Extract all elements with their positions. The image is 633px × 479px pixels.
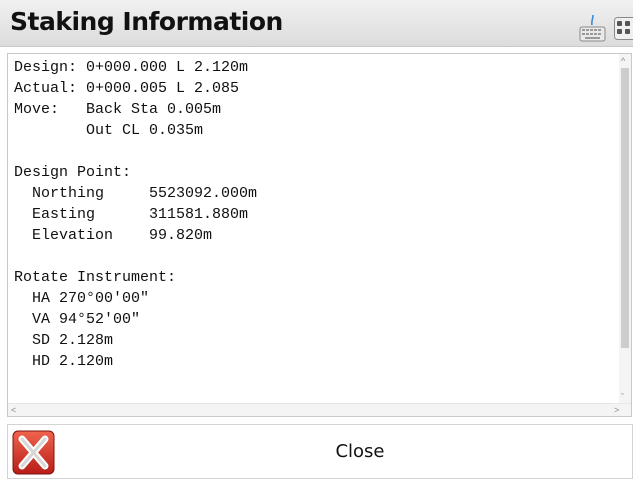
report-line: SD 2.128m — [14, 332, 114, 349]
report-line — [14, 246, 620, 267]
scroll-up-icon[interactable]: ^ — [621, 56, 625, 66]
report-line: Design: 0+000.000 L 2.120m — [14, 59, 249, 76]
close-button[interactable]: Close — [7, 424, 633, 479]
scroll-down-icon[interactable]: ˇ — [621, 392, 624, 402]
keyboard-icon[interactable] — [579, 13, 606, 43]
title-bar: Staking Information — [0, 0, 633, 47]
report-line: HA 270°00'00" — [14, 290, 150, 307]
staking-report-panel: Design: 0+000.000 L 2.120m Actual: 0+000.… — [7, 53, 632, 417]
report-line: Elevation 99.820m — [14, 227, 213, 244]
report-line: Easting 311581.880m — [14, 206, 249, 223]
report-line: Out CL 0.035m — [14, 122, 204, 139]
vertical-scrollbar[interactable]: ^ ˇ — [619, 54, 631, 404]
scroll-right-icon[interactable]: > — [614, 405, 619, 415]
grid-icon[interactable] — [614, 17, 633, 40]
report-line: Move: Back Sta 0.005m — [14, 101, 222, 118]
close-label: Close — [335, 441, 385, 462]
report-line: Design Point: — [14, 164, 132, 181]
window-title: Staking Information — [10, 7, 283, 36]
report-line: Actual: 0+000.005 L 2.085 — [14, 80, 240, 97]
report-line: VA 94°52'00" — [14, 311, 141, 328]
report-line: Rotate Instrument: — [14, 269, 177, 286]
scroll-left-icon[interactable]: < — [11, 405, 16, 415]
horizontal-scrollbar[interactable]: < > — [8, 403, 631, 416]
staking-report-text[interactable]: Design: 0+000.000 L 2.120m Actual: 0+000.… — [8, 54, 620, 404]
vertical-scroll-thumb[interactable] — [621, 68, 629, 348]
report-line: HD 2.120m — [14, 353, 114, 370]
report-line: Northing 5523092.000m — [14, 185, 258, 202]
report-line — [14, 141, 620, 162]
button-bar: Close — [7, 424, 633, 479]
